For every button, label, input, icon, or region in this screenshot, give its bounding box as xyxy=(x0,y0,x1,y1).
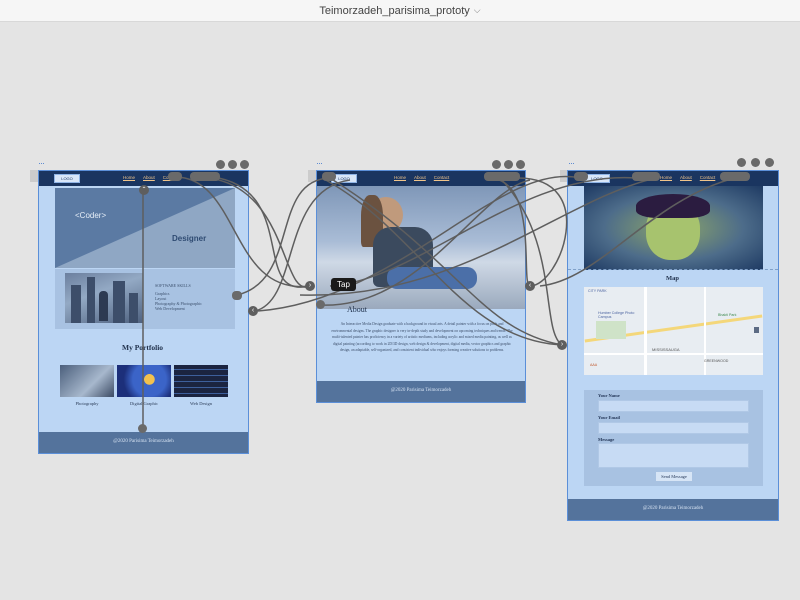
chevron-down-icon[interactable]: ⌵ xyxy=(474,5,481,16)
contact-form: Your Name Your Email Message Send Messag… xyxy=(584,390,763,486)
hero-designer-text: Designer xyxy=(172,234,207,243)
message-field[interactable] xyxy=(598,443,749,468)
footer-text: @2020 Parisima Teimorzadeh xyxy=(390,388,452,393)
map-label: GREENWOOD xyxy=(704,359,729,363)
map-park xyxy=(596,321,626,339)
nav-link-home[interactable]: Home xyxy=(660,175,672,180)
link-knob[interactable] xyxy=(751,158,760,167)
chevron-up-icon[interactable]: ⌃ xyxy=(139,185,149,195)
artboard-home[interactable]: LOGO Home About Contact <Coder> Designer… xyxy=(38,170,249,454)
link-knob[interactable] xyxy=(765,158,774,167)
label-your-name: Your Name xyxy=(598,393,620,398)
chevron-right-icon[interactable]: › xyxy=(557,340,567,350)
thumb-web-design[interactable] xyxy=(174,365,228,397)
link-handle[interactable] xyxy=(190,172,220,181)
footer-text: @2020 Parisima Teimorzadeh xyxy=(642,506,704,511)
nav-link-home[interactable]: Home xyxy=(394,175,406,180)
document-title: Teimorzadeh_parisima_prototy xyxy=(319,4,470,17)
map-control[interactable] xyxy=(754,327,759,333)
city-photo xyxy=(65,273,143,323)
link-knob[interactable] xyxy=(316,300,325,309)
name-field[interactable] xyxy=(598,400,749,412)
about-text: An Interactive Media Design graduate wit… xyxy=(331,322,513,353)
link-knob[interactable] xyxy=(228,160,237,169)
link-handle[interactable] xyxy=(484,172,520,181)
nav-link-contact[interactable]: Contact xyxy=(700,175,716,180)
link-knob[interactable] xyxy=(492,160,501,169)
artboard-menu-icon[interactable]: ··· xyxy=(568,158,575,168)
nav-link-home[interactable]: Home xyxy=(123,175,135,180)
label-your-email: Your Email xyxy=(598,415,621,420)
artboard-contact[interactable]: LOGO Home About Contact Map CITY PARK Hu… xyxy=(567,170,779,521)
portrait-hair xyxy=(636,194,710,218)
nav-link-about[interactable]: About xyxy=(680,175,692,180)
chevron-left-icon[interactable]: ‹ xyxy=(248,306,258,316)
map-label: Bhakti Park xyxy=(718,313,737,317)
link-knob[interactable] xyxy=(516,160,525,169)
link-handle[interactable] xyxy=(632,172,660,181)
link-handle[interactable] xyxy=(168,172,182,181)
email-field[interactable] xyxy=(598,422,749,434)
chevron-left-icon[interactable]: ‹ xyxy=(525,281,535,291)
nav-link-about[interactable]: About xyxy=(143,175,155,180)
map-label: CITY PARK xyxy=(588,289,607,293)
artboard-menu-icon[interactable]: ··· xyxy=(316,158,323,168)
nav-link-about[interactable]: About xyxy=(414,175,426,180)
footer: @2020 Parisima Teimorzadeh xyxy=(39,432,248,453)
link-knob[interactable] xyxy=(240,160,249,169)
tap-trigger-label[interactable]: Tap xyxy=(331,278,356,291)
map-label: AAA xyxy=(590,363,598,367)
map-label: MISSISSAUGA xyxy=(652,347,680,352)
nav-link-contact[interactable]: Contact xyxy=(434,175,450,180)
footer-text: @2020 Parisima Teimorzadeh xyxy=(113,439,174,444)
link-handle[interactable] xyxy=(720,172,750,181)
thumb-digital-graphic[interactable] xyxy=(117,365,171,397)
logo[interactable]: LOGO xyxy=(54,174,80,183)
link-handle[interactable] xyxy=(322,172,336,181)
link-knob[interactable] xyxy=(216,160,225,169)
chevron-right-icon[interactable]: › xyxy=(305,281,315,291)
map-road xyxy=(644,287,647,375)
link-knob[interactable] xyxy=(504,160,513,169)
label-message: Message xyxy=(598,437,615,442)
divider xyxy=(568,269,778,270)
skill-item: Web Development xyxy=(155,306,185,311)
person-jeans xyxy=(387,267,477,289)
map-title: Map xyxy=(666,275,679,282)
link-handle[interactable] xyxy=(232,291,242,300)
about-title: About xyxy=(347,305,367,314)
thumb-label-photography: Photography xyxy=(75,401,99,406)
portrait-image xyxy=(584,186,763,270)
footer: @2020 Parisima Teimorzadeh xyxy=(568,499,778,520)
portfolio-title: My Portfolio xyxy=(122,343,164,352)
thumb-label-digital-graphic: Digital Graphic xyxy=(129,401,159,406)
document-title-bar[interactable]: Teimorzadeh_parisima_prototy ⌵ xyxy=(0,0,800,22)
thumb-photography[interactable] xyxy=(60,365,114,397)
map-label: Humber College Photo Campus xyxy=(598,311,635,319)
send-message-button[interactable]: Send Message xyxy=(656,472,692,481)
link-handle[interactable] xyxy=(574,172,588,181)
link-knob[interactable] xyxy=(737,158,746,167)
footer: @2020 Parisima Teimorzadeh xyxy=(317,381,525,402)
artboard-menu-icon[interactable]: ··· xyxy=(38,158,45,168)
link-knob[interactable] xyxy=(138,424,147,433)
thumb-label-web-design: Web Design xyxy=(189,401,212,406)
hero-coder-text: <Coder> xyxy=(75,211,107,220)
map-embed[interactable]: CITY PARK Humber College Photo Campus MI… xyxy=(584,287,763,375)
map-road xyxy=(584,353,763,355)
